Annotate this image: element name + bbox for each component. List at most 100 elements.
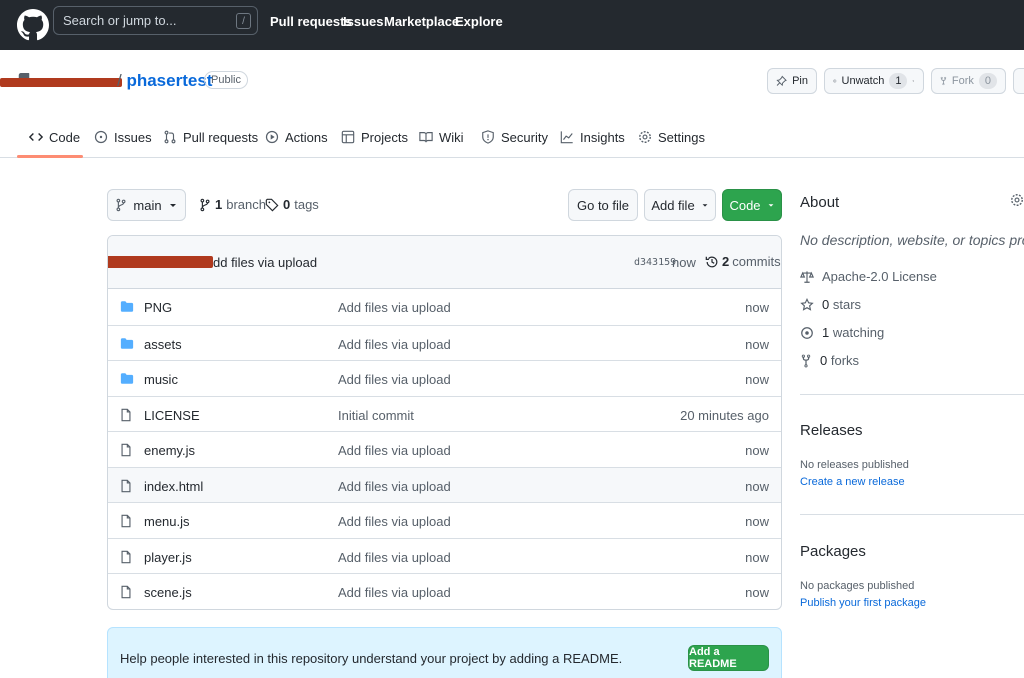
pin-icon [776,75,787,87]
tab-issues[interactable]: Issues [94,127,152,147]
fork-icon [801,354,811,367]
file-name-link[interactable]: player.js [144,550,192,565]
go-to-file-button[interactable]: Go to file [568,189,638,221]
file-row[interactable]: PNG Add files via upload now [108,289,781,325]
commits-link[interactable]: 2 commits [705,254,781,269]
add-readme-button[interactable]: Add a README [688,645,769,671]
fork-count: 0 [978,73,997,89]
add-file-button[interactable]: Add file [644,189,716,221]
tab-wiki[interactable]: Wiki [419,127,464,147]
file-name-link[interactable]: scene.js [144,585,192,600]
publish-package-link[interactable]: Publish your first package [800,597,926,609]
tab-settings[interactable]: Settings [638,127,705,147]
file-row[interactable]: index.html Add files via upload now [108,466,781,502]
file-commit-message[interactable]: Add files via upload [338,585,451,600]
forks-link[interactable]: 0 forks [800,353,859,368]
license-label: Apache-2.0 License [822,269,937,284]
tag-icon [265,198,279,211]
folder-icon [120,337,134,349]
file-age: now [745,443,769,458]
global-header: Search or jump to... / Pull requests Iss… [0,0,1024,50]
file-commit-message[interactable]: Add files via upload [338,479,451,494]
redaction-bar [108,256,213,268]
watching-link[interactable]: 1 watching [800,325,884,340]
fork-button[interactable]: Fork 0 [931,68,1006,94]
stars-count: 0 [822,297,830,312]
eye-icon [801,326,813,339]
file-icon [120,585,132,599]
nav-issues-link[interactable]: Issues [343,14,383,29]
unwatch-label: Unwatch [841,75,885,87]
tags-link[interactable]: 0 tags [265,197,319,212]
branch-select-button[interactable]: main [107,189,186,221]
pin-button[interactable]: Pin [767,68,817,94]
file-icon [120,443,132,457]
file-list: dd files via upload d343159 now 2 commit… [107,235,782,610]
file-row[interactable]: enemy.js Add files via upload now [108,431,781,467]
table-icon [341,130,355,144]
tab-projects[interactable]: Projects [341,127,408,147]
file-age: now [745,585,769,600]
file-name-link[interactable]: index.html [144,479,203,494]
file-name-link[interactable]: assets [144,337,182,352]
star-dropdown-button[interactable] [1013,68,1024,94]
file-age: now [745,514,769,529]
file-row[interactable]: music Add files via upload now [108,360,781,396]
stars-link[interactable]: 0 stars [800,297,861,312]
nav-pull-requests-link[interactable]: Pull requests [270,14,352,29]
create-release-link[interactable]: Create a new release [800,476,905,488]
tab-security[interactable]: Security [481,127,548,147]
file-name-link[interactable]: LICENSE [144,408,200,423]
tab-insights[interactable]: Insights [560,127,625,147]
tab-settings-label: Settings [658,129,705,145]
search-input[interactable]: Search or jump to... / [53,6,258,35]
chevron-down-icon [702,204,708,207]
file-commit-message[interactable]: Add files via upload [338,300,451,315]
file-icon [121,443,131,457]
file-commit-message[interactable]: Add files via upload [338,443,451,458]
nav-marketplace-link[interactable]: Marketplace [384,14,459,29]
nav-explore-link[interactable]: Explore [455,14,503,29]
file-row[interactable]: scene.js Add files via upload now [108,573,781,609]
repo-name-link[interactable]: phasertest [126,71,212,90]
file-name-link[interactable]: enemy.js [144,443,195,458]
repo-title: / phasertest [117,71,212,91]
latest-commit-message[interactable]: dd files via upload [213,255,317,270]
branches-link[interactable]: 1 branch [199,197,266,212]
unwatch-count: 1 [889,73,908,89]
pull-request-icon [164,130,176,144]
search-placeholder: Search or jump to... [63,13,177,28]
file-icon [120,550,132,564]
repo-tabs: Code Issues Pull requests Actions Projec… [0,115,1024,158]
unwatch-button[interactable]: Unwatch 1 [824,68,924,94]
tab-actions[interactable]: Actions [265,127,328,147]
file-icon [120,479,132,493]
gear-icon[interactable] [1010,193,1024,207]
file-commit-message[interactable]: Add files via upload [338,514,451,529]
license-link[interactable]: Apache-2.0 License [800,269,937,284]
file-name-link[interactable]: music [144,372,178,387]
sidebar-divider [800,514,1024,515]
file-row[interactable]: assets Add files via upload now [108,324,781,361]
no-packages-text: No packages published [800,580,915,592]
file-icon [120,514,132,528]
tab-code[interactable]: Code [29,127,80,147]
github-logo-icon[interactable] [17,9,49,41]
file-name-link[interactable]: menu.js [144,514,190,529]
folder-icon [120,300,134,313]
tab-pull-requests[interactable]: Pull requests [163,127,258,147]
file-row[interactable]: player.js Add files via upload now [108,537,781,574]
commit-count: 2 [722,254,730,269]
about-heading: About [800,194,840,211]
file-commit-message[interactable]: Add files via upload [338,337,451,352]
commit-sha[interactable]: d343159 [634,257,676,268]
folder-icon [120,301,134,312]
file-commit-message[interactable]: Add files via upload [338,550,451,565]
code-dropdown-button[interactable]: Code [722,189,782,221]
file-row[interactable]: menu.js Add files via upload now [108,502,781,538]
file-row[interactable]: LICENSE Initial commit 20 minutes ago [108,395,781,432]
file-commit-message[interactable]: Add files via upload [338,372,451,387]
branch-icon [200,198,210,211]
file-name-link[interactable]: PNG [144,300,172,315]
file-commit-message[interactable]: Initial commit [338,408,414,423]
